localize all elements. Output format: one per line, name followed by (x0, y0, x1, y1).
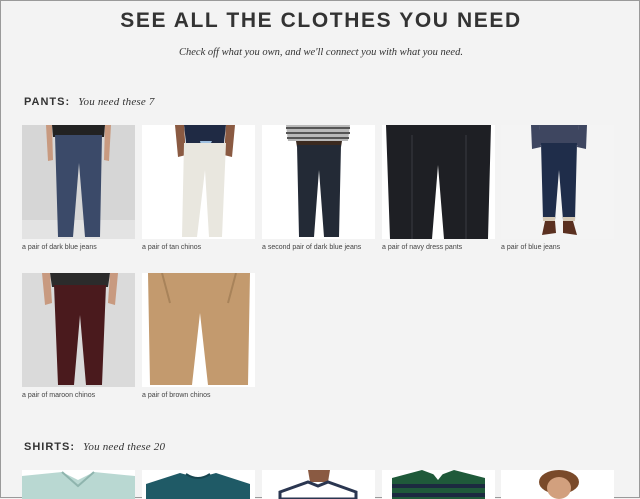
shirts-item[interactable] (22, 470, 135, 499)
shirts-item[interactable] (142, 470, 255, 499)
shirts-heading-label: SHIRTS: (24, 441, 75, 453)
item-caption: a second pair of dark blue jeans (262, 244, 362, 251)
pants-item-maroon-chinos[interactable]: a pair of maroon chinos (22, 273, 135, 399)
product-image[interactable] (382, 125, 495, 239)
pants-item-blue-jeans[interactable]: a pair of blue jeans (501, 125, 614, 251)
item-caption: a pair of blue jeans (501, 244, 561, 251)
pants-heading-label: PANTS: (24, 96, 71, 108)
pants-item-tan-chinos[interactable]: a pair of tan chinos (142, 125, 255, 251)
page-title: SEE ALL THE CLOTHES YOU NEED (120, 9, 522, 32)
pants-item-second-dark-blue-jeans[interactable]: a second pair of dark blue jeans (262, 125, 375, 251)
shirts-item[interactable] (262, 470, 375, 499)
item-caption: a pair of maroon chinos (22, 392, 96, 399)
product-image[interactable] (501, 470, 614, 499)
pants-section-heading: PANTS: You need these 7 (24, 96, 155, 108)
product-image[interactable] (142, 273, 255, 387)
shirts-section-heading: SHIRTS: You need these 20 (24, 441, 165, 453)
product-image[interactable] (142, 470, 255, 499)
item-caption: a pair of brown chinos (142, 392, 211, 399)
shirts-need-count: You need these 20 (83, 441, 166, 453)
product-image[interactable] (22, 125, 135, 239)
product-image[interactable] (22, 470, 135, 499)
pants-item-dark-blue-jeans[interactable]: a pair of dark blue jeans (22, 125, 135, 251)
product-image[interactable] (262, 125, 375, 239)
item-caption: a pair of tan chinos (142, 244, 202, 251)
product-image[interactable] (22, 273, 135, 387)
shirts-item[interactable] (501, 470, 614, 499)
product-image[interactable] (501, 125, 614, 239)
product-image[interactable] (142, 125, 255, 239)
product-image[interactable] (262, 470, 375, 499)
pants-item-brown-chinos[interactable]: a pair of brown chinos (142, 273, 255, 399)
item-caption: a pair of dark blue jeans (22, 244, 97, 251)
product-image[interactable] (382, 470, 495, 499)
shirts-item[interactable] (382, 470, 495, 499)
page-subtitle: Check off what you own, and we'll connec… (179, 47, 463, 58)
pants-item-navy-dress-pants[interactable]: a pair of navy dress pants (382, 125, 495, 251)
item-caption: a pair of navy dress pants (382, 244, 463, 251)
pants-need-count: You need these 7 (78, 96, 155, 108)
